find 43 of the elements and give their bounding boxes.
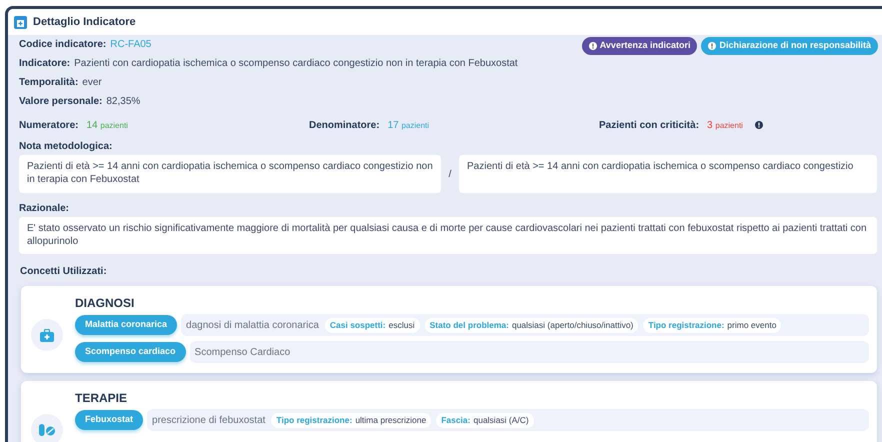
attribute-tag: Casi sospetti: esclusi xyxy=(324,318,420,332)
group-title: TERAPIE xyxy=(75,390,128,404)
info-icon xyxy=(708,42,716,50)
concept-description: dagnosi di malattia coronarica xyxy=(186,318,319,332)
concept-description: Scompenso Cardiaco xyxy=(194,346,290,360)
count-label: Pazienti con criticità: xyxy=(599,118,700,132)
concept-description: prescrizione di febuxostat xyxy=(152,414,266,428)
info-icon[interactable] xyxy=(754,121,763,129)
section-label: Concetti Utilizzati: xyxy=(20,265,108,278)
count-value: 14 pazienti xyxy=(86,118,128,132)
field-label: Temporalità: xyxy=(19,76,78,90)
window-title: Dettaglio Indicatore xyxy=(33,14,136,30)
section-label: Razionale: xyxy=(19,202,70,215)
field-label: Codice indicatore: xyxy=(19,38,106,52)
field-value: ever xyxy=(82,76,102,90)
pills-icon xyxy=(39,424,55,436)
count-value: 17 pazienti xyxy=(388,118,430,132)
count-label: Denominatore: xyxy=(309,118,380,132)
denominator-note: Pazienti di età >= 14 anni con cardiopatia ischemica o scompenso cardiaco congestizio xyxy=(459,155,877,193)
attribute-tag: Fascia: qualsiasi (A/C) xyxy=(436,412,534,428)
concept-chip[interactable]: Malattia coronarica xyxy=(75,315,178,335)
field-label: Valore personale: xyxy=(19,95,102,109)
group-title: DIAGNOSI xyxy=(75,295,136,309)
field-value: Pazienti con cardiopatia ischemica o scompenso cardiaco congestizio non in terapia con Febuxostat xyxy=(74,57,518,71)
concept-chip[interactable]: Febuxostat xyxy=(75,410,144,430)
attribute-tag: Stato del problema: qualsiasi (aperto/chiuso/inattivo) xyxy=(424,318,638,332)
code-link[interactable]: RC-FA05 xyxy=(110,37,152,52)
count-value: 3 pazienti xyxy=(707,118,743,132)
rationale-text: E' stato osservato un rischio significativamente maggiore di mortalità per qualsiasi causa e di morte per cause cardiovascolari nei pazienti trattati con febuxostat rispetto ai pazienti trattati con allopurinolo xyxy=(19,217,877,254)
field-label: Indicatore: xyxy=(19,57,70,71)
separator-text: / xyxy=(448,168,452,182)
info-icon xyxy=(588,42,597,50)
section-label: Nota metodologica: xyxy=(19,140,114,153)
attribute-tag: Tipo registrazione: ultima prescrizione xyxy=(271,412,432,428)
hospital-icon xyxy=(14,16,27,28)
attribute-tag: Tipo registrazione: primo evento xyxy=(643,318,782,332)
field-value: 82,35% xyxy=(106,95,140,109)
warning-button[interactable]: Avvertenza indicatori xyxy=(582,37,698,55)
count-label: Numeratore: xyxy=(19,118,78,132)
numerator-note: Pazienti di età >= 14 anni con cardiopatia ischemica o scompenso cardiaco congestizio non in terapia con Febuxostat xyxy=(19,155,441,193)
first-aid-kit-icon xyxy=(40,328,54,342)
disclaimer-button[interactable]: Dichiarazione di non responsabilità xyxy=(701,37,878,55)
concept-chip[interactable]: Scompenso cardiaco xyxy=(75,342,186,362)
